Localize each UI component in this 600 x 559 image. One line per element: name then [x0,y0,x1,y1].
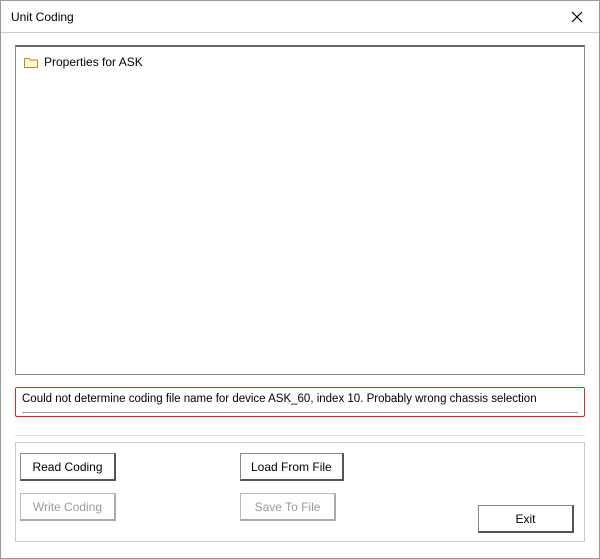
button-panel: Read Coding Write Coding Load From File … [15,442,585,542]
status-area: Could not determine coding file name for… [15,387,585,417]
close-icon [571,11,583,23]
exit-button[interactable]: Exit [478,505,574,533]
status-underline [22,412,578,413]
save-to-file-button: Save To File [240,493,336,521]
unit-coding-dialog: Unit Coding Properties for ASK Could not… [0,0,600,559]
tree-root-item[interactable]: Properties for ASK [24,53,576,71]
status-message-text: Could not determine coding file name for… [22,393,537,405]
divider [15,435,585,436]
close-button[interactable] [563,5,591,29]
titlebar: Unit Coding [1,1,599,33]
status-message: Could not determine coding file name for… [15,387,585,417]
window-title: Unit Coding [11,10,74,24]
tree-root-label: Properties for ASK [44,55,143,69]
dialog-content: Properties for ASK Could not determine c… [1,33,599,558]
load-from-file-button[interactable]: Load From File [240,453,344,481]
folder-icon [24,57,38,68]
properties-tree[interactable]: Properties for ASK [15,45,585,375]
read-coding-button[interactable]: Read Coding [20,453,116,481]
write-coding-button: Write Coding [20,493,116,521]
